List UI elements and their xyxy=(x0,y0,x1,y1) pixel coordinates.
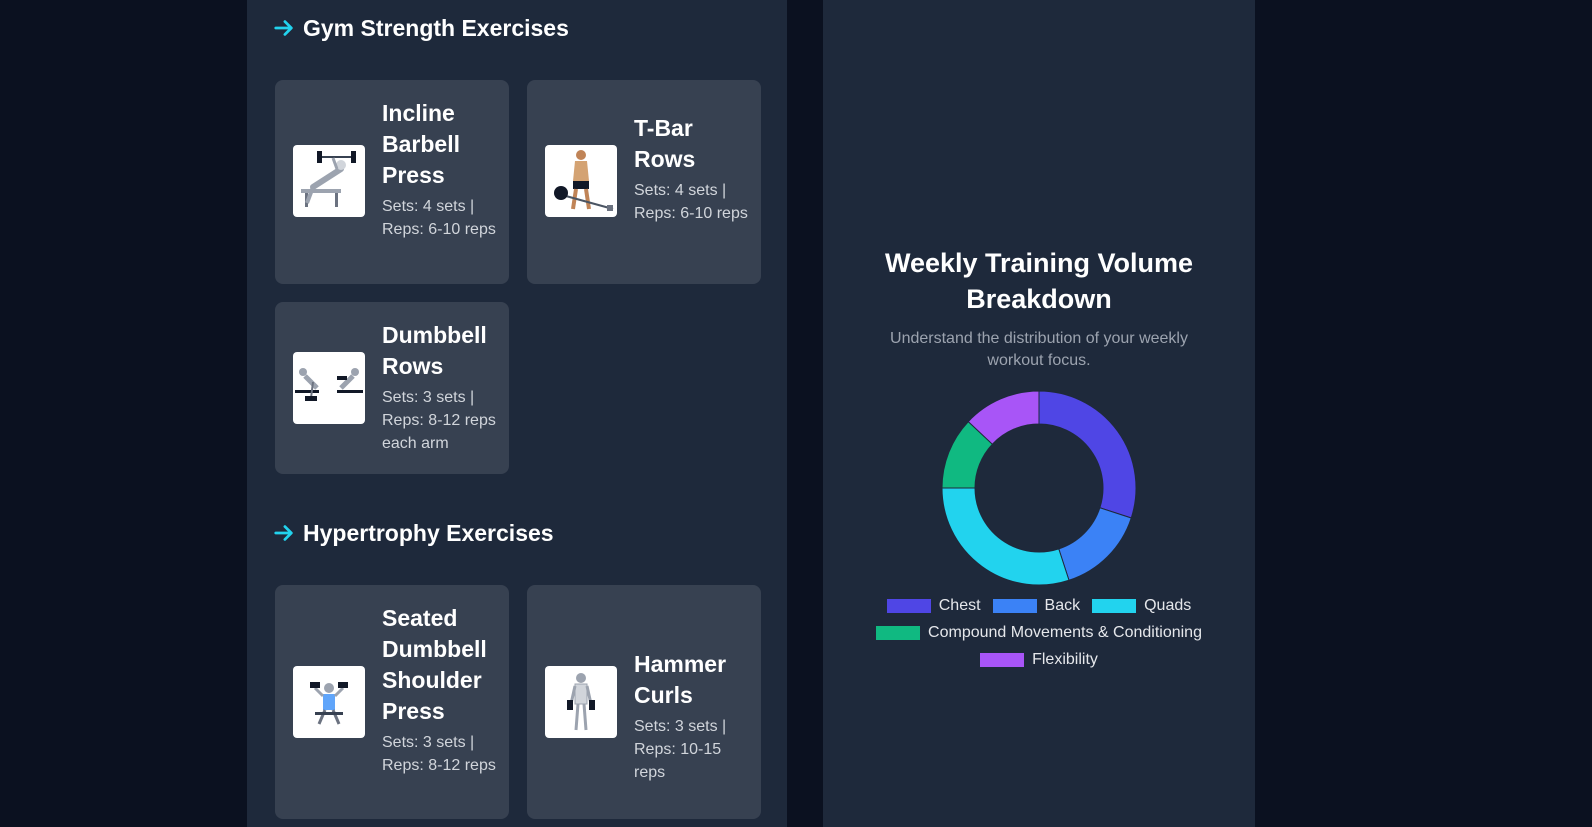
exercise-card-incline-barbell-press[interactable]: Incline Barbell Press Sets: 4 sets | Rep… xyxy=(275,80,509,284)
chart-title: Weekly Training Volume Breakdown xyxy=(884,248,1194,314)
exercise-card-seated-dumbbell-shoulder-press[interactable]: Seated Dumbbell Shoulder Press Sets: 3 s… xyxy=(275,585,509,819)
exercise-detail: Sets: 4 sets | Reps: 6-10 reps xyxy=(382,198,496,238)
exercise-panel: Gym Strength Exercises Incline Barbell P… xyxy=(247,0,787,827)
bench-press-illustration-icon xyxy=(301,151,356,207)
section-title-hypertrophy: Hypertrophy Exercises xyxy=(273,518,554,548)
shoulder-press-illustration-icon xyxy=(310,682,348,725)
exercise-card-hammer-curls[interactable]: Hammer Curls Sets: 3 sets | Reps: 10-15 … xyxy=(527,585,761,819)
exercise-detail: Sets: 3 sets | Reps: 10-15 reps xyxy=(634,718,727,781)
section-title-label: Hypertrophy Exercises xyxy=(303,519,554,546)
exercise-card-t-bar-rows[interactable]: T-Bar Rows Sets: 4 sets | Reps: 6-10 rep… xyxy=(527,80,761,284)
exercise-image xyxy=(545,145,617,217)
exercise-detail: Sets: 4 sets | Reps: 6-10 reps xyxy=(634,182,748,222)
legend-item[interactable]: Chest xyxy=(886,596,981,615)
exercise-image xyxy=(545,666,617,738)
legend-swatch xyxy=(980,652,1025,667)
legend-item[interactable]: Flexibility xyxy=(980,650,1098,669)
legend-swatch xyxy=(992,598,1037,613)
legend-label: Compound Movements & Conditioning xyxy=(928,623,1202,641)
legend-item[interactable]: Back xyxy=(992,596,1081,615)
section-title-gym: Gym Strength Exercises xyxy=(273,13,569,43)
legend-item[interactable]: Compound Movements & Conditioning xyxy=(876,623,1202,642)
training-volume-donut-chart[interactable] xyxy=(939,388,1139,588)
exercise-name: Hammer Curls xyxy=(634,651,727,708)
section-title-label: Gym Strength Exercises xyxy=(303,14,569,41)
hammer-curl-illustration-icon xyxy=(567,673,595,731)
donut-slice-chest[interactable] xyxy=(1038,390,1137,519)
legend-swatch xyxy=(886,598,931,613)
legend-item[interactable]: Quads xyxy=(1092,596,1191,615)
exercise-name: Seated Dumbbell Shoulder Press xyxy=(382,605,487,724)
arrow-right-icon xyxy=(274,20,293,36)
exercise-name: Incline Barbell Press xyxy=(382,100,460,188)
dumbbell-row-illustration-icon xyxy=(295,368,363,401)
chart-subtitle: Understand the distribution of your week… xyxy=(890,330,1188,369)
legend-label: Back xyxy=(1044,596,1081,614)
exercise-card-dumbbell-rows[interactable]: Dumbbell Rows Sets: 3 sets | Reps: 8-12 … xyxy=(275,302,509,474)
exercise-image xyxy=(293,145,365,217)
donut-slice-quads[interactable] xyxy=(941,487,1070,586)
exercise-name: Dumbbell Rows xyxy=(382,322,487,379)
exercise-image xyxy=(293,352,365,424)
legend-swatch xyxy=(1092,598,1137,613)
chart-legend: Chest Back Quads Compound Movements & Condi… xyxy=(843,596,1235,669)
chart-panel: Weekly Training Volume Breakdown Underst… xyxy=(823,0,1255,827)
legend-swatch xyxy=(876,625,921,640)
t-bar-row-illustration-icon xyxy=(554,150,614,211)
legend-label: Chest xyxy=(938,596,981,614)
legend-label: Flexibility xyxy=(1032,650,1098,668)
donut-slice-back[interactable] xyxy=(1058,507,1132,581)
exercise-detail: Sets: 3 sets | Reps: 8-12 reps xyxy=(382,734,496,774)
arrow-right-icon xyxy=(274,525,293,541)
legend-label: Quads xyxy=(1144,596,1192,614)
exercise-image xyxy=(293,666,365,738)
exercise-detail: Sets: 3 sets | Reps: 8-12 reps each arm xyxy=(382,389,496,452)
exercise-name: T-Bar Rows xyxy=(634,115,696,172)
